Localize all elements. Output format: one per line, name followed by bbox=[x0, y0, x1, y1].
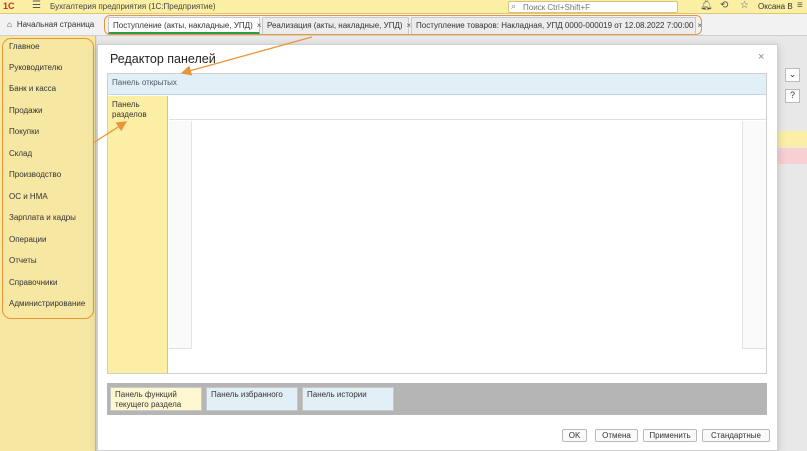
top-drop-zone[interactable] bbox=[169, 96, 766, 120]
search-box[interactable]: ⌕ bbox=[508, 1, 678, 13]
cancel-button[interactable]: Отмена bbox=[595, 429, 638, 442]
work-area bbox=[191, 121, 743, 349]
panel-editor-dialog: Редактор панелей × Панель открытых Панел… bbox=[97, 44, 778, 451]
ok-button[interactable]: OK bbox=[562, 429, 587, 442]
app-logo: 1С bbox=[3, 1, 15, 11]
sections-panel-zone[interactable]: Панель разделов bbox=[108, 96, 168, 373]
standard-button[interactable]: Стандартные bbox=[702, 429, 770, 442]
panel-functions[interactable]: Панель функций текущего раздела bbox=[110, 387, 202, 411]
close-icon[interactable]: × bbox=[758, 51, 764, 63]
history-icon[interactable]: ⟲ bbox=[720, 0, 728, 11]
panel-favorites[interactable]: Панель избранного bbox=[206, 387, 298, 411]
dialog-title: Редактор панелей bbox=[110, 52, 216, 66]
title-bar: 1С ☰ Бухгалтерия предприятия (1С:Предпри… bbox=[0, 0, 807, 14]
available-panels-bar: Панель функций текущего раздела Панель и… bbox=[107, 383, 767, 415]
user-menu-icon[interactable]: ≡ bbox=[797, 0, 803, 11]
search-icon: ⌕ bbox=[511, 1, 517, 11]
dropdown-button[interactable]: ⌄ bbox=[785, 68, 800, 82]
apply-button[interactable]: Применить bbox=[643, 429, 697, 442]
sections-panel-label: Панель разделов bbox=[112, 100, 147, 119]
help-button[interactable]: ? bbox=[785, 89, 800, 103]
panel-layout-preview: Панель открытых Панель разделов bbox=[107, 73, 767, 374]
row-highlight-pink bbox=[776, 148, 807, 164]
app-title: Бухгалтерия предприятия (1С:Предприятие) bbox=[50, 2, 216, 11]
panel-history[interactable]: Панель истории bbox=[302, 387, 394, 411]
username[interactable]: Оксана В bbox=[758, 2, 793, 11]
star-icon[interactable]: ☆ bbox=[740, 0, 749, 11]
sidebar-highlight-annotation bbox=[2, 38, 94, 319]
open-panel-label: Панель открытых bbox=[112, 78, 177, 87]
row-highlight-yellow bbox=[776, 131, 807, 147]
tab-home[interactable]: ⌂ Начальная страница bbox=[3, 17, 103, 34]
home-icon: ⌂ bbox=[7, 20, 12, 29]
menu-icon[interactable]: ☰ bbox=[32, 0, 41, 11]
bell-icon[interactable]: 🔔︎ bbox=[700, 0, 713, 11]
content-area bbox=[169, 121, 766, 349]
tab-home-label: Начальная страница bbox=[16, 20, 95, 29]
open-panel-zone[interactable]: Панель открытых bbox=[108, 74, 766, 95]
search-input[interactable] bbox=[523, 3, 673, 12]
tabs-highlight-annotation bbox=[104, 15, 702, 35]
